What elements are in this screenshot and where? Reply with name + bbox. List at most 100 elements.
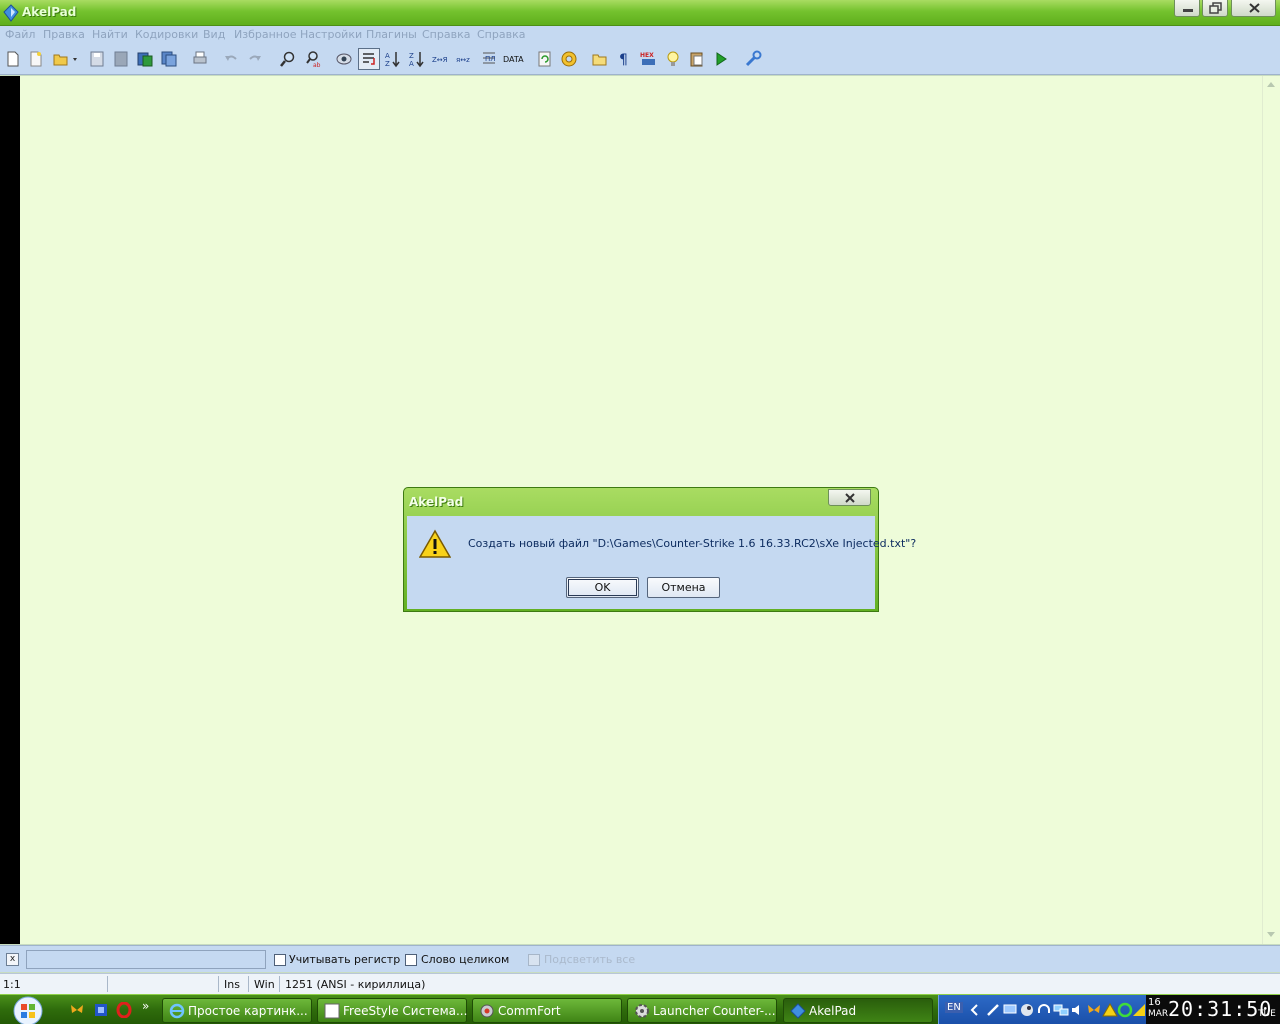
show-nonprint-button[interactable]: ¶: [616, 50, 634, 68]
cancel-button[interactable]: Отмена: [647, 577, 720, 598]
sort-asc-icon: AZ: [385, 52, 400, 68]
match-case-checkbox[interactable]: [274, 954, 286, 966]
save-button[interactable]: [88, 50, 106, 68]
signal-icon[interactable]: [1131, 1002, 1147, 1018]
task-label: Простое картинк...: [188, 1004, 308, 1018]
close-button[interactable]: [1231, 0, 1276, 17]
title-bar[interactable]: AkelPad: [0, 0, 1280, 26]
tools-button[interactable]: [744, 50, 762, 68]
tray-expand-icon[interactable]: [967, 1002, 983, 1018]
opera-icon[interactable]: [116, 1002, 132, 1018]
spaces-icon: ПЛ: [483, 52, 496, 64]
pen-icon[interactable]: [985, 1002, 1001, 1018]
findbar-close-button[interactable]: x: [6, 953, 19, 966]
save-all-button[interactable]: [136, 50, 154, 68]
task-button-browser[interactable]: Простое картинк...: [162, 998, 312, 1023]
butterfly-tray-icon[interactable]: [1086, 1002, 1102, 1018]
whole-word-checkbox[interactable]: [405, 954, 417, 966]
settings-gear-icon: [561, 51, 577, 67]
confirm-dialog: AkelPad Создать новый файл "D:\Games\Cou…: [403, 487, 916, 612]
sort-desc-button[interactable]: ZA: [408, 50, 426, 68]
favorites-button[interactable]: [591, 50, 609, 68]
quicklaunch-app-icon[interactable]: [93, 1002, 109, 1018]
window-title: AkelPad: [22, 5, 77, 19]
new-window-button[interactable]: [27, 50, 45, 68]
print-button[interactable]: [191, 50, 209, 68]
svg-text:Z↔Я: Z↔Я: [432, 56, 448, 64]
word-wrap-button[interactable]: [358, 48, 380, 70]
case-upper-button[interactable]: я↔z: [456, 50, 476, 68]
vertical-scrollbar[interactable]: [1262, 76, 1280, 944]
copy-files-icon: [161, 51, 177, 67]
find-bar: x Учитывать регистр Слово целиком Подсве…: [0, 945, 1280, 972]
find-input[interactable]: [26, 950, 266, 969]
maximize-button[interactable]: [1202, 0, 1228, 17]
quicklaunch-more[interactable]: »: [142, 999, 149, 1013]
menu-plugins[interactable]: Плагины: [366, 28, 417, 41]
spaces-button[interactable]: ПЛ: [480, 50, 498, 68]
replace-button[interactable]: ab: [304, 50, 322, 68]
speaker-icon[interactable]: [1070, 1002, 1086, 1018]
data-button[interactable]: DATA: [503, 50, 527, 68]
headphones-icon[interactable]: [1036, 1002, 1052, 1018]
svg-text:¶: ¶: [619, 52, 628, 68]
network-icon[interactable]: [1002, 1002, 1018, 1018]
start-button[interactable]: [10, 995, 46, 1024]
highlight-all-checkbox[interactable]: [528, 954, 540, 966]
menu-find[interactable]: Найти: [92, 28, 128, 41]
clipboard-button[interactable]: [688, 50, 706, 68]
close-icon: [845, 493, 855, 503]
steam-icon[interactable]: [1019, 1002, 1035, 1018]
hex-button[interactable]: HEX: [640, 50, 658, 68]
dialog-body: Создать новый файл "D:\Games\Counter-Str…: [407, 516, 916, 609]
minimize-button[interactable]: [1174, 0, 1200, 17]
butterfly-icon[interactable]: [69, 1002, 85, 1018]
scroll-down-icon[interactable]: [1267, 932, 1275, 937]
save-as-button[interactable]: [112, 50, 130, 68]
dialog-close-button[interactable]: [828, 489, 871, 506]
menu-settings[interactable]: Настройки: [300, 28, 362, 41]
find-button[interactable]: [279, 50, 297, 68]
copy-files-button[interactable]: [160, 50, 178, 68]
menu-help-2[interactable]: Справка: [477, 28, 525, 41]
case-button[interactable]: Z↔Я: [432, 50, 452, 68]
run-button[interactable]: [712, 50, 730, 68]
ok-button[interactable]: OK: [566, 577, 639, 598]
status-position: 1:1: [3, 978, 21, 991]
status-separator: [279, 976, 280, 992]
svg-text:Z: Z: [409, 52, 414, 60]
settings-button[interactable]: [560, 50, 578, 68]
menu-edit[interactable]: Правка: [43, 28, 85, 41]
status-insert-mode: Ins: [224, 978, 240, 991]
menu-favorites[interactable]: Избранное: [234, 28, 296, 41]
redo-button[interactable]: [246, 50, 264, 68]
save-icon: [90, 51, 104, 67]
task-button-commfort[interactable]: CommFort: [472, 998, 622, 1023]
task-button-launcher[interactable]: Launcher Counter-...: [627, 998, 777, 1023]
language-indicator[interactable]: EN: [945, 1002, 963, 1013]
task-button-akelpad[interactable]: AkelPad: [783, 998, 933, 1023]
open-button[interactable]: [52, 50, 80, 68]
menu-help[interactable]: Справка: [422, 28, 470, 41]
scroll-up-icon[interactable]: [1267, 82, 1275, 87]
goto-button[interactable]: [335, 50, 353, 68]
sort-asc-button[interactable]: AZ: [384, 50, 402, 68]
menu-encodings[interactable]: Кодировки: [135, 28, 198, 41]
svg-text:A: A: [385, 52, 390, 60]
case-upper-icon: я↔z: [456, 56, 470, 64]
menu-file[interactable]: Файл: [5, 28, 35, 41]
refresh-button[interactable]: [536, 50, 554, 68]
data-icon: DATA: [503, 55, 524, 64]
print-icon: [193, 51, 207, 64]
sort-desc-icon: ZA: [409, 52, 424, 68]
clock-month: MAR: [1148, 1009, 1169, 1019]
alert-icon[interactable]: [1102, 1002, 1118, 1018]
new-file-button[interactable]: [4, 50, 22, 68]
monitors-icon[interactable]: [1053, 1002, 1069, 1018]
menu-view[interactable]: Вид: [203, 28, 225, 41]
undo-button[interactable]: [222, 50, 240, 68]
ie-icon: [169, 1003, 185, 1019]
clock[interactable]: 16 MAR 20:31:50 TUE: [1146, 995, 1280, 1024]
tip-button[interactable]: [664, 50, 682, 68]
task-button-freestyle[interactable]: FreeStyle Система...: [317, 998, 467, 1023]
